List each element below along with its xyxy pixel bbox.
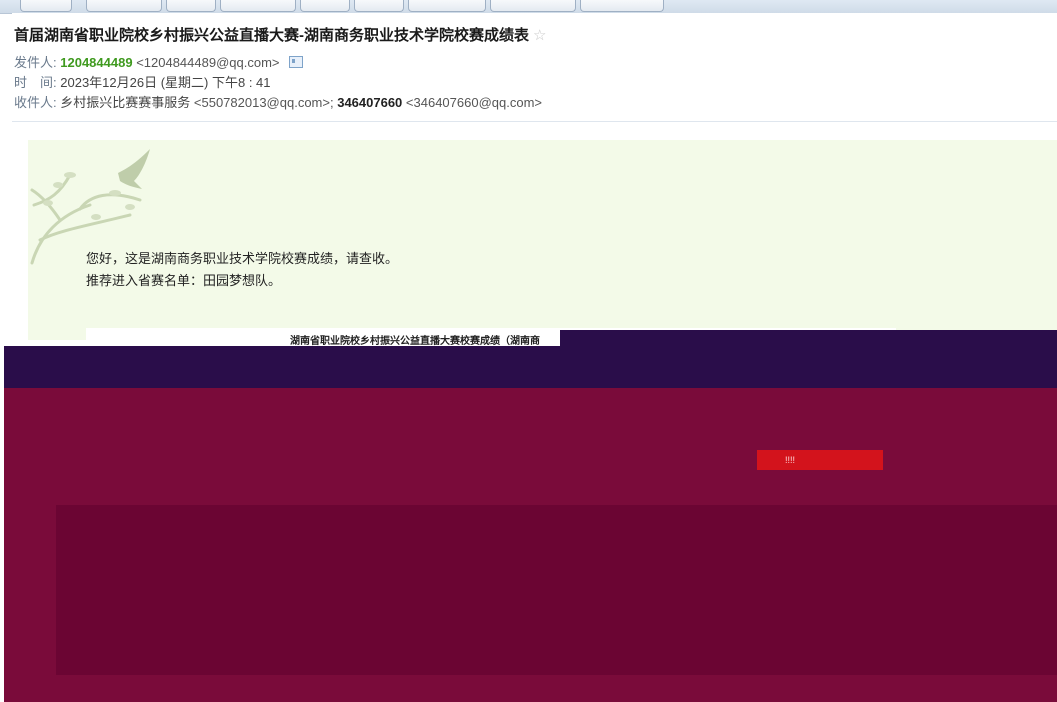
corrupted-button-label: !!!!: [785, 455, 796, 465]
recommend-text: 推荐进入省赛名单：田园梦想队。: [86, 273, 282, 288]
sender-row: 发件人: 1204844489 <1204844489@qq.com>: [14, 52, 304, 71]
corrupted-button[interactable]: !!!!: [757, 450, 883, 470]
toolbar: [0, 0, 1057, 14]
toolbar-button[interactable]: [408, 0, 486, 12]
time-row: 时 间: 2023年12月26日 (星期二) 下午8 : 41: [14, 72, 271, 91]
toolbar-button[interactable]: [20, 0, 72, 12]
from-label: 发件人:: [14, 55, 57, 70]
table-title: 湖南省职业院校乡村振兴公益直播大赛校赛成绩（湖南商: [290, 336, 540, 347]
toolbar-button[interactable]: [86, 0, 162, 12]
contact-card-icon[interactable]: [289, 56, 304, 68]
recipients-row: 收件人: 乡村振兴比赛赛事服务 <550782013@qq.com>; 3464…: [14, 92, 542, 111]
sender-name[interactable]: 1204844489: [60, 55, 132, 70]
star-icon[interactable]: ☆: [533, 27, 546, 44]
toolbar-button[interactable]: [580, 0, 664, 12]
recipient-1-name[interactable]: 乡村振兴比赛赛事服务: [60, 95, 190, 110]
subject-text: 首届湖南省职业院校乡村振兴公益直播大赛-湖南商务职业技术学院校赛成绩表: [14, 27, 529, 44]
toolbar-button[interactable]: [354, 0, 404, 12]
image-corruption-block: [56, 505, 1057, 675]
toolbar-button[interactable]: [166, 0, 216, 12]
sender-address[interactable]: <1204844489@qq.com>: [136, 55, 279, 70]
mail-body: [28, 140, 1057, 340]
time-value: 2023年12月26日 (星期二) 下午8 : 41: [60, 75, 271, 90]
recipient-1-address[interactable]: <550782013@qq.com>;: [194, 95, 334, 110]
bird-branch-icon: [30, 149, 150, 265]
toolbar-button[interactable]: [490, 0, 576, 12]
to-label: 收件人:: [14, 95, 57, 110]
time-label: 时 间:: [14, 75, 57, 90]
recipient-2-address[interactable]: <346407660@qq.com>: [406, 95, 542, 110]
greeting-text: 您好，这是湖南商务职业技术学院校赛成绩，请查收。: [86, 251, 399, 266]
toolbar-button[interactable]: [220, 0, 296, 12]
image-corruption-overlay: [4, 346, 1057, 388]
recipient-2-name[interactable]: 346407660: [337, 95, 402, 110]
toolbar-button[interactable]: [300, 0, 350, 12]
mail-subject: 首届湖南省职业院校乡村振兴公益直播大赛-湖南商务职业技术学院校赛成绩表 ☆: [14, 24, 546, 45]
